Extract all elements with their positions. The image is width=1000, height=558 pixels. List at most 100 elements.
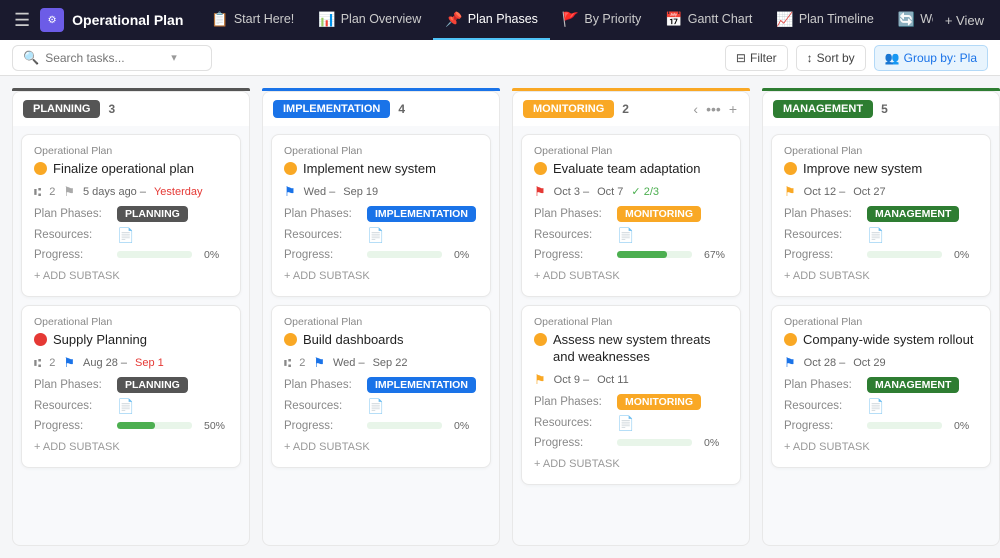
add-subtask-button[interactable]: + ADD SUBTASK xyxy=(284,437,478,457)
column-monitoring: MONITORING 2 ‹ ••• + Operational Plan Ev… xyxy=(512,88,750,546)
add-subtask-button[interactable]: + ADD SUBTASK xyxy=(534,454,728,474)
column-implementation: IMPLEMENTATION 4 Operational Plan Implem… xyxy=(262,88,500,546)
card-title[interactable]: Implement new system xyxy=(303,161,436,178)
subtask-icon: ⑆ xyxy=(34,356,41,370)
attachment-icon[interactable]: 📄 xyxy=(117,227,134,244)
group-by-button[interactable]: 👥 Group by: Pla xyxy=(874,45,988,71)
card-meta: ⑆2 ⚑ Wed – Sep 22 xyxy=(284,355,478,371)
progress-bar xyxy=(117,251,192,258)
card-project: Operational Plan xyxy=(34,316,228,328)
progress-label: Progress: xyxy=(534,249,609,261)
task-card: Operational Plan Supply Planning ⑆2 ⚑ Au… xyxy=(21,305,241,468)
column-planning: PLANNING 3 Operational Plan Finalize ope… xyxy=(12,88,250,546)
card-title-row: Assess new system threats and weaknesses xyxy=(534,332,728,366)
tab-plan-phases[interactable]: 📌 Plan Phases xyxy=(433,0,550,40)
col-add-icon[interactable]: + xyxy=(727,101,739,117)
col-badge-monitoring: MONITORING xyxy=(523,100,614,118)
chevron-down-icon[interactable]: ▾ xyxy=(171,51,177,64)
top-navigation: ☰ ⚙ Operational Plan 📋 Start Here! 📊 Pla… xyxy=(0,0,1000,40)
card-title[interactable]: Evaluate team adaptation xyxy=(553,161,700,178)
card-meta: ⚑ Oct 12 – Oct 27 xyxy=(784,184,978,200)
attachment-icon[interactable]: 📄 xyxy=(617,227,634,244)
phase-tag: IMPLEMENTATION xyxy=(367,377,476,393)
col-prev-icon[interactable]: ‹ xyxy=(691,101,700,117)
col-more-icon[interactable]: ••• xyxy=(704,101,723,117)
column-header-management: MANAGEMENT 5 xyxy=(762,91,1000,126)
attachment-icon[interactable]: 📄 xyxy=(867,398,884,415)
group-icon: 👥 xyxy=(885,51,900,65)
flag-icon: ⚑ xyxy=(63,184,75,200)
column-body: Operational Plan Improve new system ⚑ Oc… xyxy=(762,126,1000,546)
add-subtask-button[interactable]: + ADD SUBTASK xyxy=(284,266,478,286)
card-date-end: Sep 1 xyxy=(135,357,164,369)
card-title[interactable]: Build dashboards xyxy=(303,332,403,349)
progress-pct: 0% xyxy=(954,249,978,261)
column-management: MANAGEMENT 5 Operational Plan Improve ne… xyxy=(762,88,1000,546)
attachment-icon[interactable]: 📄 xyxy=(617,415,634,432)
progress-pct: 0% xyxy=(704,437,728,449)
toolbar: 🔍 ▾ ⊟ Filter ↕ Sort by 👥 Group by: Pla xyxy=(0,40,1000,76)
card-resources-field: Resources: 📄 xyxy=(534,415,728,432)
attachment-icon[interactable]: 📄 xyxy=(367,398,384,415)
tab-plan-timeline[interactable]: 📈 Plan Timeline xyxy=(764,0,885,40)
sort-button[interactable]: ↕ Sort by xyxy=(796,45,866,71)
card-resources-field: Resources: 📄 xyxy=(34,227,228,244)
card-date-start: 5 days ago – xyxy=(83,186,146,198)
card-phase-field: Plan Phases: IMPLEMENTATION xyxy=(284,206,478,222)
task-card: Operational Plan Company-wide system rol… xyxy=(771,305,991,468)
task-card: Operational Plan Assess new system threa… xyxy=(521,305,741,485)
card-date-end: Sep 19 xyxy=(343,186,378,198)
col-actions: ‹ ••• + xyxy=(691,101,739,117)
attachment-icon[interactable]: 📄 xyxy=(367,227,384,244)
phase-label: Plan Phases: xyxy=(534,396,609,408)
attachment-icon[interactable]: 📄 xyxy=(867,227,884,244)
resources-label: Resources: xyxy=(784,400,859,412)
card-date-start: Oct 12 – xyxy=(804,186,846,198)
col-badge-planning: PLANNING xyxy=(23,100,100,118)
progress-bar xyxy=(367,251,442,258)
hamburger-menu[interactable]: ☰ xyxy=(8,10,36,31)
flag-icon: ⚑ xyxy=(784,355,796,371)
add-subtask-button[interactable]: + ADD SUBTASK xyxy=(534,266,728,286)
card-progress-field: Progress: 0% xyxy=(784,249,978,261)
attachment-icon[interactable]: 📄 xyxy=(117,398,134,415)
card-progress-field: Progress: 0% xyxy=(284,249,478,261)
progress-label: Progress: xyxy=(34,249,109,261)
card-project: Operational Plan xyxy=(784,316,978,328)
add-subtask-button[interactable]: + ADD SUBTASK xyxy=(784,266,978,286)
start-here-icon: 📋 xyxy=(211,11,228,28)
tab-plan-overview[interactable]: 📊 Plan Overview xyxy=(306,0,433,40)
col-count-planning: 3 xyxy=(108,102,115,116)
resources-label: Resources: xyxy=(34,229,109,241)
filter-button[interactable]: ⊟ Filter xyxy=(725,45,788,71)
tab-start-here[interactable]: 📋 Start Here! xyxy=(199,0,306,40)
add-subtask-button[interactable]: + ADD SUBTASK xyxy=(34,266,228,286)
progress-pct: 67% xyxy=(704,249,728,261)
card-resources-field: Resources: 📄 xyxy=(784,227,978,244)
card-resources-field: Resources: 📄 xyxy=(784,398,978,415)
add-subtask-button[interactable]: + ADD SUBTASK xyxy=(784,437,978,457)
tab-workload[interactable]: 🔄 Workload xyxy=(886,0,933,40)
task-card: Operational Plan Evaluate team adaptatio… xyxy=(521,134,741,297)
resources-label: Resources: xyxy=(534,229,609,241)
card-date-start: Oct 9 – xyxy=(554,374,589,386)
tab-by-priority[interactable]: 🚩 By Priority xyxy=(550,0,653,40)
card-title-row: Build dashboards xyxy=(284,332,478,349)
phase-label: Plan Phases: xyxy=(784,379,859,391)
add-subtask-button[interactable]: + ADD SUBTASK xyxy=(34,437,228,457)
status-dot xyxy=(34,333,47,346)
tab-gantt-chart[interactable]: 📅 Gantt Chart xyxy=(653,0,764,40)
card-title[interactable]: Supply Planning xyxy=(53,332,147,349)
timeline-icon: 📈 xyxy=(776,11,793,28)
card-title[interactable]: Assess new system threats and weaknesses xyxy=(553,332,728,366)
card-phase-field: Plan Phases: MANAGEMENT xyxy=(784,377,978,393)
search-input[interactable] xyxy=(45,51,165,65)
card-title[interactable]: Company-wide system rollout xyxy=(803,332,974,349)
resources-label: Resources: xyxy=(284,400,359,412)
add-view-button[interactable]: + View xyxy=(937,13,992,28)
card-date-end: Oct 11 xyxy=(597,374,629,386)
card-title[interactable]: Finalize operational plan xyxy=(53,161,194,178)
search-box[interactable]: 🔍 ▾ xyxy=(12,45,212,71)
card-title[interactable]: Improve new system xyxy=(803,161,922,178)
nav-tabs: 📋 Start Here! 📊 Plan Overview 📌 Plan Pha… xyxy=(199,0,932,40)
